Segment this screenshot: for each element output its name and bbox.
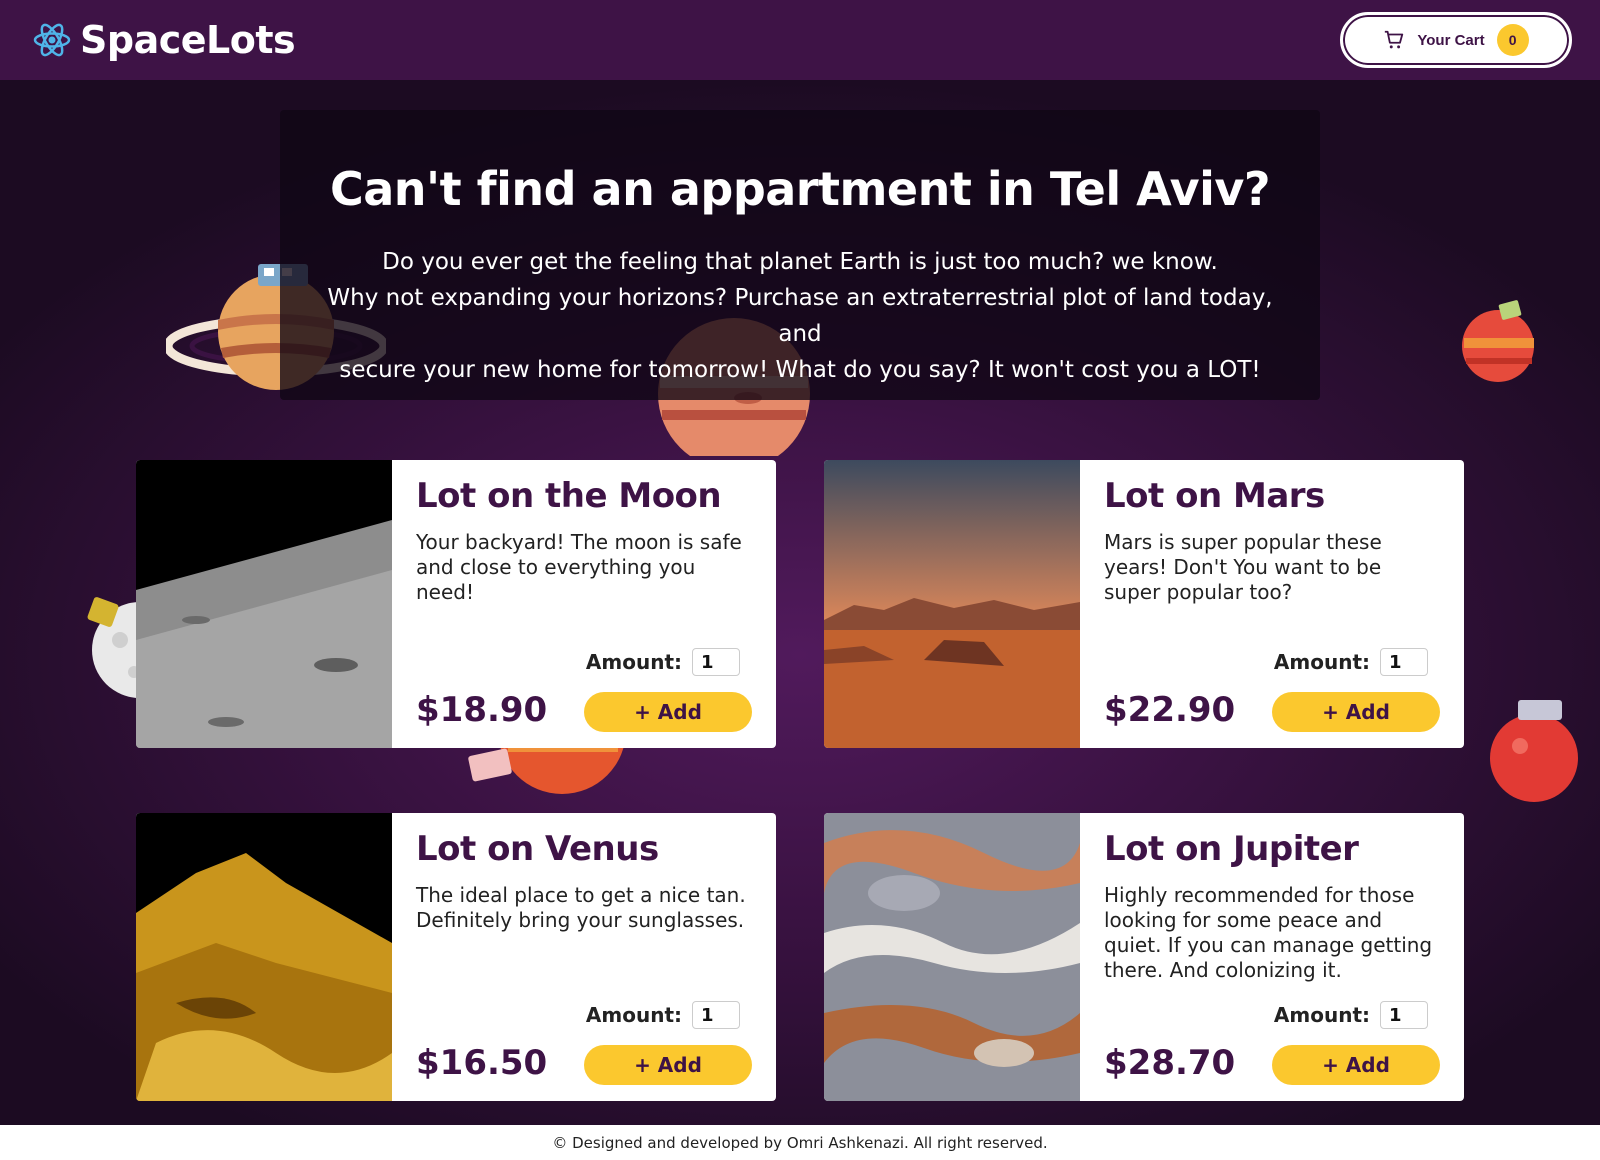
amount-row: Amount: <box>1274 648 1428 676</box>
amount-input[interactable] <box>1380 648 1428 676</box>
cart-button[interactable]: Your Cart 0 <box>1340 12 1572 68</box>
product-price: $16.50 <box>416 1043 548 1083</box>
amount-row: Amount: <box>586 1001 740 1029</box>
amount-input[interactable] <box>1380 1001 1428 1029</box>
hero-line: Do you ever get the feeling that planet … <box>382 249 1218 275</box>
product-description: Mars is super popular these years! Don't… <box>1104 530 1382 604</box>
add-to-cart-button[interactable]: + Add <box>1272 1045 1440 1085</box>
card-body: Lot on Mars Mars is super popular these … <box>1080 460 1464 748</box>
product-price: $18.90 <box>416 690 548 730</box>
product-description: Your backyard! The moon is safe and clos… <box>416 530 742 604</box>
cart-count-badge: 0 <box>1496 24 1529 56</box>
cart-icon <box>1385 30 1404 49</box>
product-description: Highly recommended for those looking for… <box>1104 883 1433 982</box>
hero-description: Do you ever get the feeling that planet … <box>280 244 1320 388</box>
product-description: The ideal place to get a nice tan. Defin… <box>416 883 746 932</box>
hero-line: Why not expanding your horizons? Purchas… <box>327 285 1273 347</box>
amount-label: Amount: <box>1273 1003 1370 1027</box>
card-body: Lot on Jupiter Highly recommended for th… <box>1080 813 1464 1101</box>
product-title: Lot on Venus <box>416 829 659 869</box>
brand[interactable]: SpaceLots <box>32 18 296 62</box>
jupiter-clouds-image <box>824 813 1080 1101</box>
add-to-cart-button[interactable]: + Add <box>584 1045 752 1085</box>
add-to-cart-button[interactable]: + Add <box>1272 692 1440 732</box>
product-card-moon: Lot on the Moon Your backyard! The moon … <box>136 460 776 748</box>
main-content: Can't find an appartment in Tel Aviv? Do… <box>0 80 1600 1125</box>
amount-label: Amount: <box>1273 650 1370 674</box>
mars-desert-image <box>824 460 1080 748</box>
product-price: $28.70 <box>1104 1043 1236 1083</box>
amount-label: Amount: <box>585 650 682 674</box>
add-to-cart-button[interactable]: + Add <box>584 692 752 732</box>
cart-label: Your Cart <box>1417 31 1485 49</box>
footer-copyright: © Designed and developed by Omri Ashkena… <box>552 1133 1048 1152</box>
brand-name: SpaceLots <box>80 18 296 62</box>
product-title: Lot on Mars <box>1104 476 1325 516</box>
red-planet-large-icon <box>1490 700 1578 802</box>
product-card-jupiter: Lot on Jupiter Highly recommended for th… <box>824 813 1464 1101</box>
product-price: $22.90 <box>1104 690 1236 730</box>
product-card-venus: Lot on Venus The ideal place to get a ni… <box>136 813 776 1101</box>
atom-icon <box>33 23 71 57</box>
amount-input[interactable] <box>692 1001 740 1029</box>
hero-title: Can't find an appartment in Tel Aviv? <box>329 162 1271 216</box>
amount-row: Amount: <box>586 648 740 676</box>
venus-surface-image <box>136 813 392 1101</box>
red-planet-small-icon <box>1462 300 1534 382</box>
amount-label: Amount: <box>585 1003 682 1027</box>
card-body: Lot on Venus The ideal place to get a ni… <box>392 813 776 1101</box>
card-body: Lot on the Moon Your backyard! The moon … <box>392 460 776 748</box>
site-footer: © Designed and developed by Omri Ashkena… <box>0 1125 1600 1160</box>
hero-line: secure your new home for tomorrow! What … <box>339 357 1261 383</box>
product-title: Lot on the Moon <box>416 476 722 516</box>
site-header: SpaceLots Your Cart 0 <box>0 0 1600 80</box>
moon-surface-image <box>136 460 392 748</box>
hero-banner: Can't find an appartment in Tel Aviv? Do… <box>280 110 1320 400</box>
amount-input[interactable] <box>692 648 740 676</box>
product-card-mars: Lot on Mars Mars is super popular these … <box>824 460 1464 748</box>
amount-row: Amount: <box>1274 1001 1428 1029</box>
product-title: Lot on Jupiter <box>1104 829 1359 869</box>
